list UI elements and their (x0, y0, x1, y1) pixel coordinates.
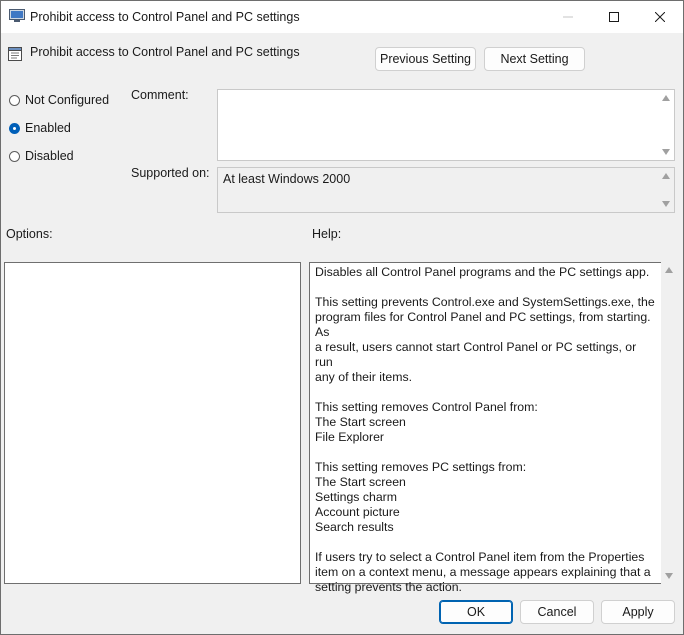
minimize-icon (563, 16, 573, 18)
help-paragraph: Disables all Control Panel programs and … (315, 265, 655, 280)
scroll-up-icon[interactable] (662, 173, 670, 179)
help-line: The Start screen (315, 415, 406, 429)
help-scrollbar[interactable] (661, 262, 677, 584)
options-label: Options: (6, 227, 53, 241)
radio-label: Enabled (25, 121, 71, 135)
supported-on-label: Supported on: (131, 166, 210, 180)
title-bar[interactable]: Prohibit access to Control Panel and PC … (1, 1, 683, 33)
help-line: program files for Control Panel and PC s… (315, 310, 651, 339)
help-paragraph: This setting removes PC settings from: Th… (315, 460, 655, 535)
comment-scrollbar[interactable] (658, 90, 674, 160)
policy-dialog: Prohibit access to Control Panel and PC … (0, 0, 684, 635)
radio-label: Not Configured (25, 93, 110, 107)
policy-setting-icon (9, 9, 25, 22)
scroll-up-icon[interactable] (665, 267, 673, 273)
window-title: Prohibit access to Control Panel and PC … (30, 10, 300, 24)
help-line: This setting prevents Control.exe and Sy… (315, 295, 655, 309)
maximize-icon (609, 12, 619, 22)
help-line: Search results (315, 520, 394, 534)
help-line: This setting removes PC settings from: (315, 460, 527, 474)
help-paragraph: This setting prevents Control.exe and Sy… (315, 295, 655, 385)
help-paragraph: If users try to select a Control Panel i… (315, 550, 655, 595)
apply-button[interactable]: Apply (601, 600, 675, 624)
help-line: If users try to select a Control Panel i… (315, 550, 645, 564)
radio-circle[interactable] (9, 150, 20, 162)
comment-label: Comment: (131, 88, 189, 102)
supported-scrollbar[interactable] (658, 168, 674, 212)
help-line: item on a context menu, a message appear… (315, 565, 651, 579)
supported-on-field: At least Windows 2000 (217, 167, 675, 213)
help-line: File Explorer (315, 430, 385, 444)
minimize-button[interactable] (545, 1, 591, 33)
help-line: Settings charm (315, 490, 398, 504)
close-icon (655, 12, 665, 22)
help-line: This setting removes Control Panel from: (315, 400, 538, 414)
maximize-button[interactable] (591, 1, 637, 33)
radio-label: Disabled (25, 149, 74, 163)
setting-name: Prohibit access to Control Panel and PC … (30, 45, 300, 59)
radio-enabled[interactable]: Enabled (9, 121, 71, 135)
radio-circle-selected[interactable] (9, 122, 20, 134)
ok-button[interactable]: OK (439, 600, 513, 624)
help-label: Help: (312, 227, 342, 241)
radio-not-configured[interactable]: Not Configured (9, 93, 109, 107)
supported-on-value: At least Windows 2000 (223, 172, 351, 186)
scroll-up-icon[interactable] (662, 95, 670, 101)
help-panel[interactable]: Disables all Control Panel programs and … (309, 262, 662, 594)
setting-document-icon (8, 47, 22, 61)
help-line: Account picture (315, 505, 400, 519)
scroll-down-icon[interactable] (665, 573, 673, 579)
radio-disabled[interactable]: Disabled (9, 149, 74, 163)
next-setting-button[interactable]: Next Setting (484, 47, 585, 71)
comment-textarea[interactable] (217, 89, 675, 161)
help-line: a result, users cannot start Control Pan… (315, 340, 637, 369)
scroll-down-icon[interactable] (662, 149, 670, 155)
help-line: Disables all Control Panel programs and … (315, 265, 650, 279)
options-panel (4, 262, 301, 584)
radio-circle[interactable] (9, 94, 20, 106)
help-line: The Start screen (315, 475, 406, 489)
scroll-down-icon[interactable] (662, 201, 670, 207)
help-line: setting prevents the action. (315, 580, 462, 594)
cancel-button[interactable]: Cancel (520, 600, 594, 624)
close-button[interactable] (637, 1, 683, 33)
help-text: Disables all Control Panel programs and … (315, 265, 655, 610)
previous-setting-button[interactable]: Previous Setting (375, 47, 476, 71)
help-paragraph: This setting removes Control Panel from:… (315, 400, 655, 445)
help-line: any of their items. (315, 370, 413, 384)
